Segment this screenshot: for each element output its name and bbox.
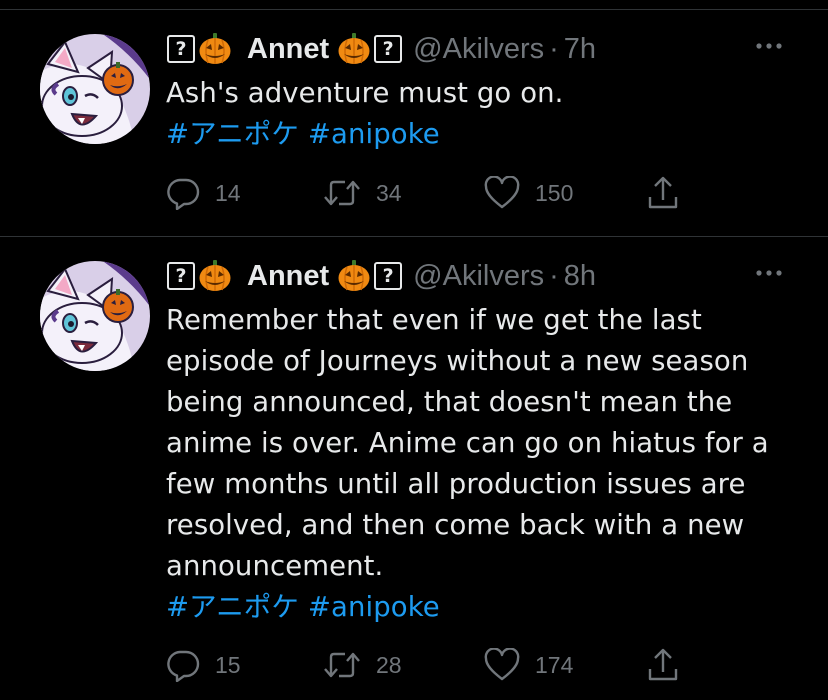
like-count: 174 — [535, 651, 574, 678]
jack-o-lantern-emoji-icon — [199, 260, 231, 291]
tweet-text-line: Remember that even if we get the last — [166, 304, 702, 336]
avatar[interactable] — [40, 261, 150, 371]
share-button[interactable] — [646, 173, 680, 213]
timestamp[interactable]: 8h — [564, 260, 596, 293]
display-name[interactable]: Annet — [247, 260, 329, 293]
tweet-text-line: announcement. — [166, 550, 384, 582]
share-upload-icon — [648, 176, 678, 209]
display-name[interactable]: Annet — [247, 33, 329, 66]
timestamp[interactable]: 7h — [564, 33, 596, 66]
tweet-text-line: episode of Journeys without a new season — [166, 345, 749, 377]
separator-dot: · — [549, 259, 559, 292]
tweet-actions: 15 28 174 — [166, 645, 726, 685]
retweet-arrows-icon — [324, 180, 360, 206]
tweet-text: Ash's adventure must go on. #アニポケ #anipo… — [166, 73, 806, 155]
like-count: 150 — [535, 179, 574, 206]
heart-icon — [484, 648, 520, 681]
reply-count: 15 — [215, 651, 241, 678]
hashtag-row: #アニポケ #anipoke — [166, 587, 806, 628]
retweet-button[interactable]: 34 — [323, 173, 402, 213]
cat-avatar-icon — [40, 261, 150, 371]
more-dots-icon[interactable] — [754, 36, 784, 56]
like-button[interactable]: 150 — [484, 173, 573, 213]
tweet-text-line: few months until all production issues a… — [166, 468, 746, 500]
retweet-button[interactable]: 28 — [323, 645, 402, 685]
separator-dot: · — [549, 32, 559, 65]
tweet-card[interactable]: ? Annet ? @Akilvers · 8h Remember that e… — [0, 237, 828, 700]
cat-avatar-icon — [40, 34, 150, 144]
retweet-arrows-icon — [324, 652, 360, 678]
reply-bubble-icon — [167, 178, 200, 210]
reply-button[interactable]: 14 — [166, 173, 241, 213]
reply-count: 14 — [215, 179, 241, 206]
tweet-actions: 14 34 150 — [166, 173, 726, 213]
like-button[interactable]: 174 — [484, 645, 573, 685]
hashtag-link[interactable]: #アニポケ — [166, 591, 299, 623]
tweet-text: Remember that even if we get the last ep… — [166, 300, 806, 628]
tweet-text-line: Ash's adventure must go on. — [166, 77, 564, 109]
user-handle[interactable]: @Akilvers — [413, 33, 544, 66]
tweet-header: ? Annet ? @Akilvers · 8h — [167, 256, 596, 296]
hashtag-row: #アニポケ #anipoke — [166, 114, 806, 155]
tweet-text-line: being announced, that doesn't mean the — [166, 386, 733, 418]
question-mark-badge-icon: ? — [167, 262, 195, 290]
tweet-card[interactable]: ? Annet ? @Akilvers · 7h Ash's adventure… — [0, 10, 828, 236]
hashtag-link[interactable]: #アニポケ — [166, 118, 299, 150]
question-mark-badge-icon: ? — [167, 35, 195, 63]
jack-o-lantern-emoji-icon — [338, 260, 370, 291]
heart-icon — [484, 176, 520, 209]
share-button[interactable] — [646, 645, 680, 685]
retweet-count: 28 — [376, 651, 402, 678]
question-mark-badge-icon: ? — [374, 35, 403, 63]
share-upload-icon — [648, 648, 678, 681]
reply-button[interactable]: 15 — [166, 645, 241, 685]
tweet-text-line: anime is over. Anime can go on hiatus fo… — [166, 427, 769, 459]
more-dots-icon[interactable] — [754, 263, 784, 283]
user-handle[interactable]: @Akilvers — [413, 260, 544, 293]
question-mark-badge-icon: ? — [374, 262, 403, 290]
jack-o-lantern-emoji-icon — [338, 33, 370, 64]
tweet-header: ? Annet ? @Akilvers · 7h — [167, 29, 596, 69]
avatar[interactable] — [40, 34, 150, 144]
retweet-count: 34 — [376, 179, 402, 206]
jack-o-lantern-emoji-icon — [199, 33, 231, 64]
hashtag-link[interactable]: #anipoke — [308, 591, 440, 623]
tweet-text-line: resolved, and then come back with a new — [166, 509, 745, 541]
hashtag-link[interactable]: #anipoke — [308, 118, 440, 150]
reply-bubble-icon — [167, 650, 200, 682]
